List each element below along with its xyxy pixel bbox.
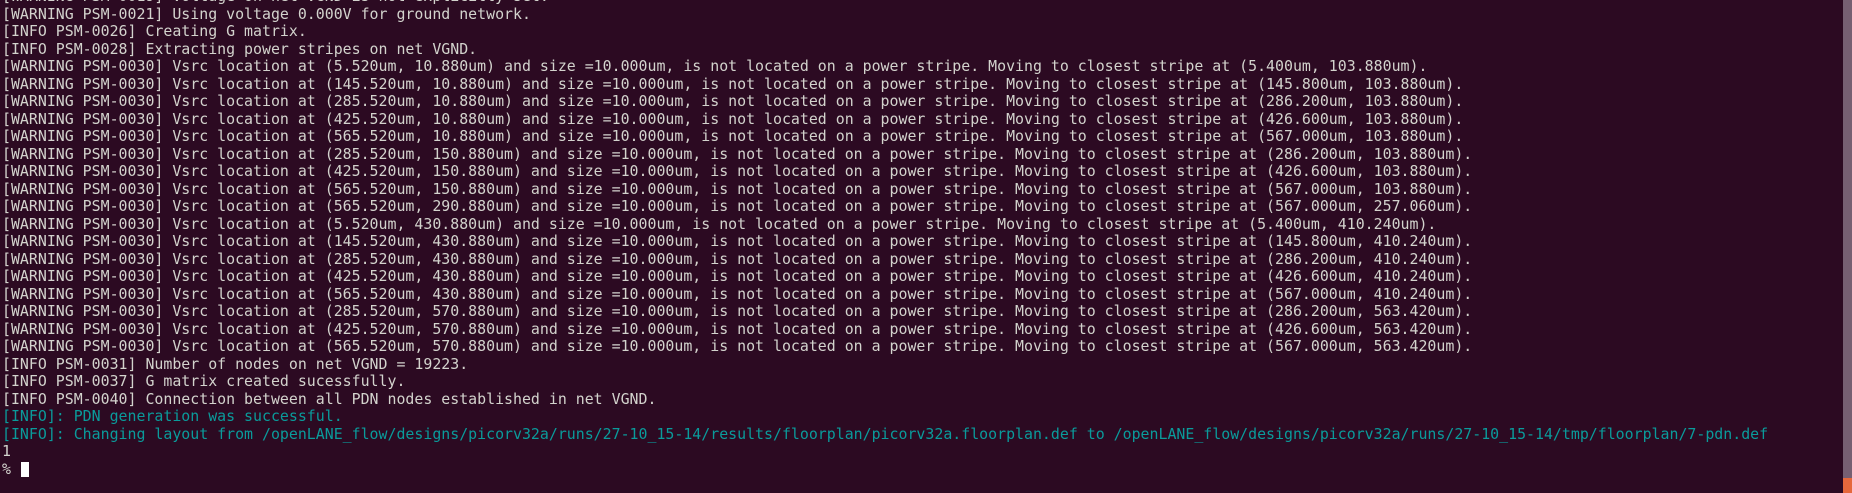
terminal-line: [INFO]: PDN generation was successful. — [2, 407, 343, 425]
terminal-line: [WARNING PSM-0030] Vsrc location at (425… — [2, 109, 1464, 128]
terminal-line: [INFO PSM-0026] Creating G matrix. — [2, 22, 307, 40]
terminal-line: [WARNING PSM-0030] Vsrc location at (5.5… — [2, 214, 1437, 233]
terminal-line: [INFO PSM-0037] G matrix created sucessf… — [2, 372, 406, 390]
terminal-line: [INFO]: Changing layout from /openLANE_f… — [2, 424, 1769, 443]
terminal-line: [INFO PSM-0028] Extracting power stripes… — [2, 39, 478, 58]
terminal-line: [WARNING PSM-0030] Vsrc location at (285… — [2, 302, 1473, 320]
terminal-line: [INFO PSM-0031] Number of nodes on net V… — [2, 354, 469, 373]
terminal-line: [WARNING PSM-0030] Vsrc location at (425… — [2, 162, 1473, 180]
terminal-line: [WARNING PSM-0030] Vsrc location at (285… — [2, 249, 1473, 268]
prompt-line[interactable]: % — [2, 459, 1768, 479]
terminal-line: [WARNING PSM-0030] Vsrc location at (425… — [2, 319, 1473, 338]
terminal-line: [WARNING PSM-0030] Vsrc location at (5.5… — [2, 57, 1428, 75]
terminal-line: [WARNING PSM-0030] Vsrc location at (285… — [2, 144, 1473, 163]
shell-prompt: % — [2, 459, 20, 478]
terminal-line: [WARNING PSM-0030] Vsrc location at (145… — [2, 74, 1464, 93]
terminal-line: [INFO PSM-0040] Connection between all P… — [2, 389, 657, 408]
terminal-line: [WARNING PSM-0030] Vsrc location at (285… — [2, 92, 1464, 110]
terminal-line: [WARNING PSM-0030] Vsrc location at (145… — [2, 232, 1473, 250]
terminal-line: [WARNING PSM-0030] Vsrc location at (565… — [2, 197, 1473, 215]
scrollbar[interactable] — [1843, 0, 1852, 493]
terminal-line: [WARNING PSM-0030] Vsrc location at (565… — [2, 284, 1473, 303]
terminal-output[interactable]: [WARNING PSM-0019] Voltage on net VGND i… — [2, 0, 1768, 478]
cursor — [20, 461, 29, 477]
terminal-line: 1 — [2, 442, 11, 460]
terminal-line: [WARNING PSM-0030] Vsrc location at (565… — [2, 337, 1473, 355]
terminal-line: [WARNING PSM-0030] Vsrc location at (565… — [2, 127, 1464, 145]
terminal-line: [WARNING PSM-0030] Vsrc location at (565… — [2, 179, 1473, 198]
scrollbar-thumb[interactable] — [1843, 478, 1852, 493]
terminal-line: [WARNING PSM-0021] Using voltage 0.000V … — [2, 4, 531, 23]
terminal-line: [WARNING PSM-0030] Vsrc location at (425… — [2, 267, 1473, 285]
